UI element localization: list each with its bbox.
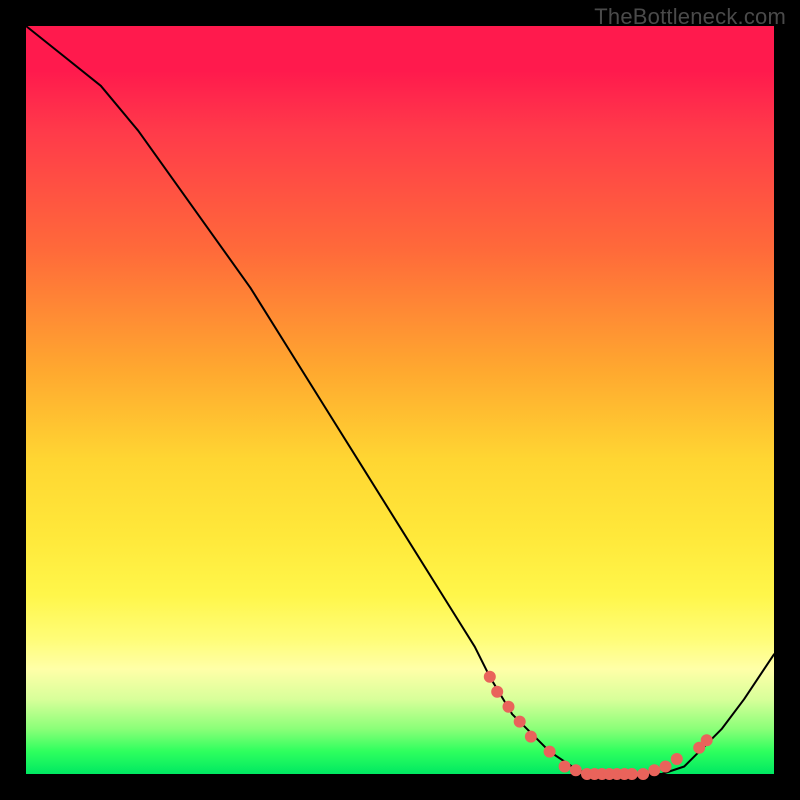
data-point-marker [648, 764, 660, 776]
attribution-watermark: TheBottleneck.com [594, 4, 786, 30]
data-point-marker [660, 761, 672, 773]
data-point-marker [514, 716, 526, 728]
data-point-marker [484, 671, 496, 683]
data-point-marker [701, 734, 713, 746]
data-point-marker [491, 686, 503, 698]
data-point-marker [570, 764, 582, 776]
data-point-marker [637, 768, 649, 780]
data-point-marker [525, 731, 537, 743]
data-point-marker [559, 761, 571, 773]
data-point-marker [544, 746, 556, 758]
data-point-marker [503, 701, 515, 713]
marker-group [484, 671, 713, 780]
data-point-marker [626, 768, 638, 780]
plot-area [26, 26, 774, 774]
bottleneck-curve [26, 26, 774, 774]
chart-frame: TheBottleneck.com [0, 0, 800, 800]
curve-layer [26, 26, 774, 774]
data-point-marker [671, 753, 683, 765]
